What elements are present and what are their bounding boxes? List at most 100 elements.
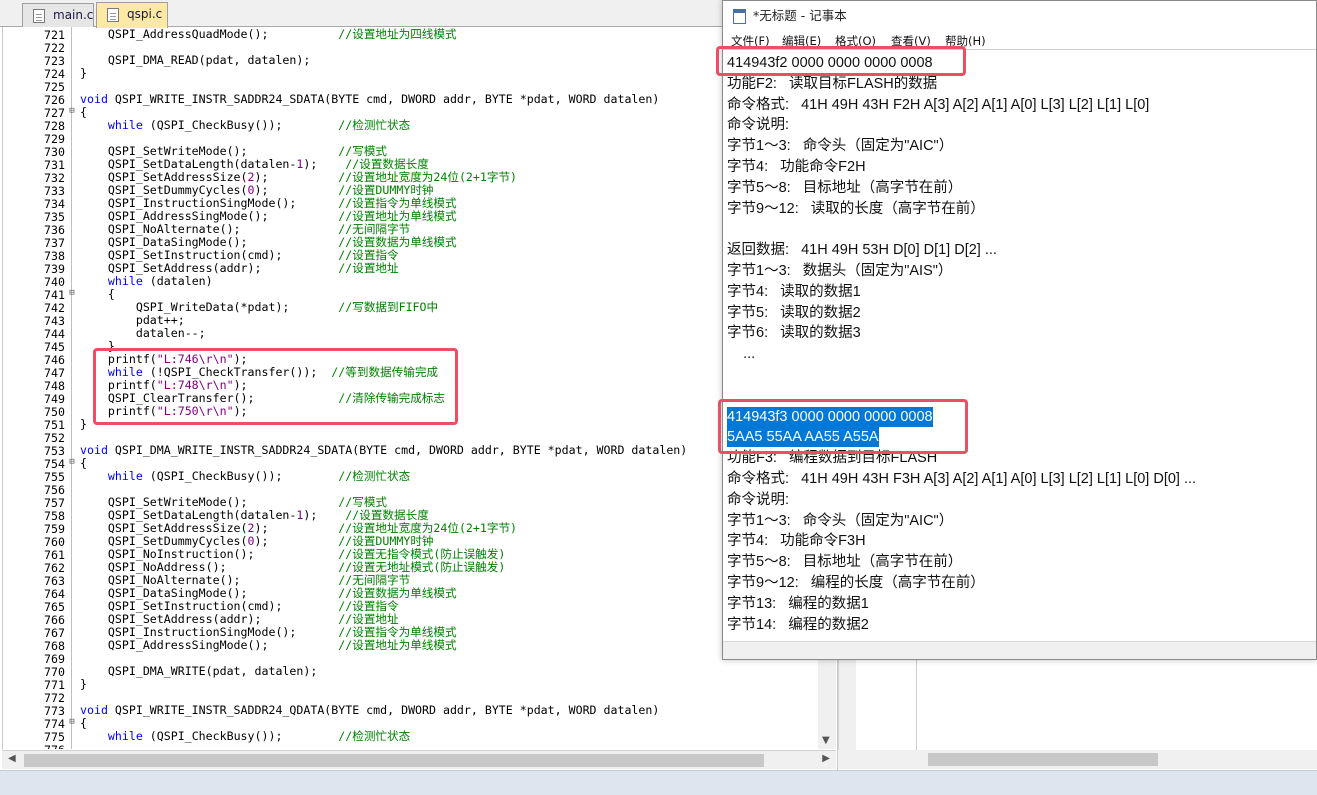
code-token: ); [233, 404, 248, 418]
line-number: 721 [44, 28, 65, 42]
text-line: 字节14: 编程的数据2 [727, 616, 869, 633]
line-number: 757 [44, 496, 65, 510]
code-token: } [80, 677, 87, 691]
code-token: QSPI_DMA_WRITE(pdat, datalen); [80, 664, 318, 678]
line-number: 730 [44, 145, 65, 159]
line-number: 758 [44, 509, 65, 523]
code-comment: //设置数据长度 [345, 157, 429, 171]
code-editor-window: main.c qspi.c 721 QSPI_AddressQuadMode()… [0, 0, 838, 770]
code-token: printf( [80, 352, 157, 366]
code-token: QSPI_SetAddressSize( [80, 521, 248, 535]
code-keyword: void [80, 443, 108, 457]
code-token: } [80, 417, 87, 431]
code-comment: //设置无指令模式(防止误触发) [338, 547, 506, 561]
line-number: 725 [44, 80, 65, 94]
menu-help[interactable]: 帮助(H) [945, 33, 986, 49]
code-keyword: while [107, 729, 143, 743]
code-token: ); [233, 378, 248, 392]
code-token: } [80, 66, 87, 80]
pane-scrollbar[interactable] [838, 660, 856, 750]
fold-toggle-icon[interactable]: ⊟ [67, 106, 77, 116]
code-token: { [80, 716, 87, 730]
fold-toggle-icon[interactable]: ⊟ [67, 717, 77, 727]
line-number: 750 [44, 405, 65, 419]
line-number: 740 [44, 275, 65, 289]
text-line: 字节5～8: 目标地址（高字节在前） [727, 179, 963, 196]
code-comment: //等到数据传输完成 [331, 365, 439, 379]
code-token: 2 [247, 521, 255, 535]
scrollbar-thumb[interactable] [24, 754, 764, 767]
code-keyword: while [107, 469, 143, 483]
code-comment: //设置指令为单线模式 [338, 625, 457, 639]
text-line: 字节4: 读取的数据1 [727, 283, 861, 300]
code-token: ); [254, 183, 339, 197]
line-number: 772 [44, 691, 65, 705]
code-comment: //写数据到FIFO中 [338, 300, 439, 314]
scroll-right-icon[interactable]: ▶ [822, 753, 830, 764]
code-keyword: while [107, 365, 143, 379]
code-token: QSPI_InstructionSingMode(); [80, 196, 339, 210]
fold-guide-line [71, 27, 72, 749]
code-comment: //设置数据为单线模式 [338, 235, 457, 249]
fold-toggle-icon[interactable]: ⊟ [67, 457, 77, 467]
text-line: 字节1～3: 命令头（固定为"AIC"） [727, 138, 954, 155]
code-comment: //检测忙状态 [338, 118, 411, 132]
line-number: 768 [44, 639, 65, 653]
code-token: QSPI_InstructionSingMode(); [80, 625, 339, 639]
fold-toggle-icon[interactable]: ⊟ [67, 288, 77, 298]
code-line: } [80, 418, 87, 431]
notepad-text-area[interactable]: 414943f2 0000 0000 0000 0008 功能F2: 读取目标FL… [723, 49, 1316, 641]
menu-edit[interactable]: 编辑(E) [782, 33, 821, 49]
line-number: 766 [44, 613, 65, 627]
scroll-down-icon[interactable]: ▼ [822, 735, 830, 746]
code-token: } [80, 339, 115, 353]
code-token: ); [254, 521, 339, 535]
code-token: printf( [80, 404, 157, 418]
tab-qspi-c[interactable]: qspi.c [96, 2, 168, 28]
code-keyword: void [80, 92, 108, 106]
line-number: 747 [44, 366, 65, 380]
line-number: 733 [44, 184, 65, 198]
code-comment: //设置地址宽度为24位(2+1字节) [338, 521, 518, 535]
line-number: 727 [44, 106, 65, 120]
text-line: 字节4: 功能命令F3H [727, 533, 866, 550]
code-comment: //检测忙状态 [338, 469, 411, 483]
line-number: 773 [44, 704, 65, 718]
code-comment: //设置地址 [338, 612, 399, 626]
code-token: QSPI_SetAddressSize( [80, 170, 248, 184]
code-token: QSPI_SetDummyCycles( [80, 534, 248, 548]
code-token: QSPI_SetInstruction(cmd); [80, 599, 339, 613]
notepad-horizontal-scrollbar[interactable] [723, 641, 1316, 659]
line-number: 749 [44, 392, 65, 406]
line-number: 748 [44, 379, 65, 393]
line-number: 739 [44, 262, 65, 276]
editor-horizontal-scrollbar[interactable]: ◀ ▶ [2, 750, 836, 769]
menu-format[interactable]: 格式(O) [835, 33, 876, 49]
line-number: 771 [44, 678, 65, 692]
scrollbar-thumb[interactable] [928, 753, 1158, 766]
code-token: (QSPI_CheckBusy()); [142, 118, 339, 132]
code-token: datalen--; [80, 326, 206, 340]
notepad-title-bar[interactable]: *无标题 - 记事本 [723, 1, 1316, 31]
code-comment: //设置数据长度 [345, 508, 429, 522]
line-number: 736 [44, 223, 65, 237]
text-line: 字节6: 读取的数据3 [727, 325, 861, 342]
line-number: 761 [44, 548, 65, 562]
code-token: QSPI_WRITE_INSTR_SADDR24_SDATA(BYTE cmd,… [107, 92, 660, 106]
text-line: 功能F2: 读取目标FLASH的数据 [727, 75, 938, 92]
code-token: QSPI_NoAlternate(); [80, 222, 339, 236]
code-area[interactable]: 721 QSPI_AddressQuadMode(); //设置地址为四线模式 7… [2, 27, 817, 749]
line-number: 776 [3, 743, 65, 749]
tab-label: qspi.c [127, 7, 163, 21]
menu-view[interactable]: 查看(V) [891, 33, 931, 49]
menu-file[interactable]: 文件(F) [731, 33, 770, 49]
tab-main-c[interactable]: main.c [22, 3, 94, 27]
pane-horizontal-scrollbar[interactable] [838, 750, 1317, 769]
code-token: ); [254, 534, 339, 548]
code-token: printf( [80, 378, 157, 392]
scroll-left-icon[interactable]: ◀ [8, 753, 16, 764]
line-number: 732 [44, 171, 65, 185]
code-token: ); [303, 508, 346, 522]
line-number: 722 [44, 41, 65, 55]
file-icon [107, 8, 119, 22]
